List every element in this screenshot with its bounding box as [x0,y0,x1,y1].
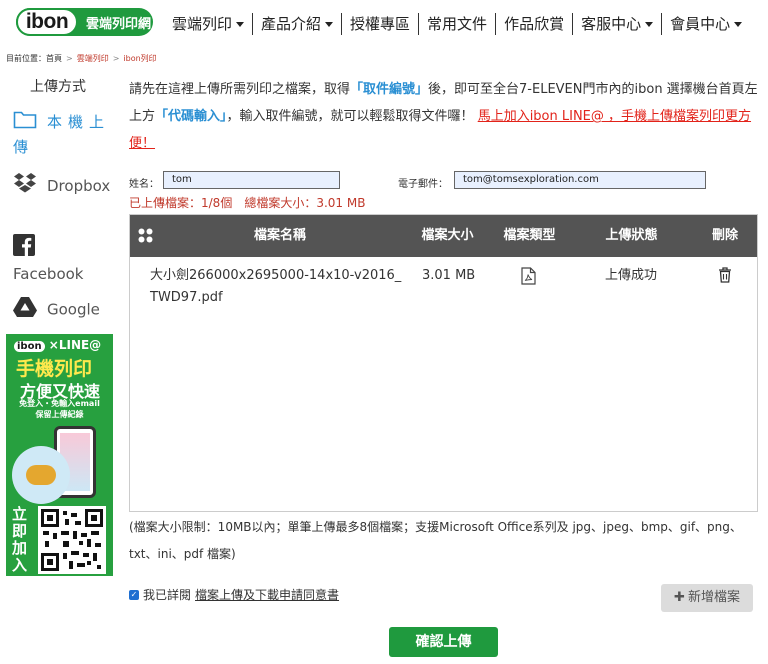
google-drive-icon [13,296,39,324]
total-size: 總檔案大小：3.01 MB [244,196,366,210]
upload-instructions: 請先在這裡上傳所需列印之檔案，取得「取件編號」後，即可至全台7-ELEVEN門市… [129,82,758,151]
nav-documents[interactable]: 常用文件 [418,13,495,35]
nav-cloud-print[interactable]: 雲端列印 [164,13,252,35]
pickup-code-highlight: 「取件編號」 [350,82,429,97]
uploaded-count: 已上傳檔案：1/8個 [129,196,233,210]
email-field[interactable]: tom@tomsexploration.com [454,171,706,189]
chevron-down-icon [645,21,654,27]
nav-gallery[interactable]: 作品欣賞 [495,13,572,35]
folder-icon [13,109,39,136]
apps-icon [135,215,155,257]
add-file-button[interactable]: ✚ 新增檔案 [661,584,753,612]
agreement-row: ✓ 我已詳閱 檔案上傳及下載申請同意書 [129,586,339,603]
breadcrumb-cloud-print[interactable]: 雲端列印 [77,54,109,63]
email-label: 電子郵件： [398,179,448,190]
name-field[interactable]: tom [163,171,340,189]
nav-products[interactable]: 產品介紹 [252,13,341,35]
cloud-upload-icon [12,446,70,504]
file-size: 3.01 MB [422,268,476,283]
banner-feature-1: 免登入・免輸入email [19,399,100,408]
site-header: ibon 雲端列印網 雲端列印 產品介紹 授權專區 常用文件 作品欣賞 客服中心… [0,0,768,48]
breadcrumb-home[interactable]: 目前位置：首頁 [6,54,62,63]
agreement-prefix: 我已詳閱 [143,588,192,602]
banner-join-label: 立即加入 [12,505,28,574]
banner-feature-2: 保留上傳紀錄 [35,410,84,419]
sidebar-item-label: Google [47,300,100,319]
plus-icon: ✚ [674,590,685,605]
sidebar-item-local-upload[interactable]: 本機上傳 [13,109,113,159]
chevron-down-icon [236,21,245,27]
ibon-line-banner[interactable]: ibon ×LINE@ 手機列印 方便又快速 免登入・免輸入email 保留上傳… [6,334,113,576]
confirm-upload-button[interactable]: 確認上傳 [389,627,498,657]
sidebar-item-facebook[interactable]: Facebook [13,234,113,286]
upload-method-title: 上傳方式 [30,79,86,95]
nav-licensing[interactable]: 授權專區 [341,13,418,35]
code-input-highlight: 「代碼輸入」 [155,109,227,124]
ibon-logo[interactable]: ibon 雲端列印網 [16,8,153,36]
nav-member[interactable]: 會員中心 [661,13,750,35]
trash-icon[interactable] [718,267,732,287]
pdf-file-icon[interactable] [521,267,536,289]
chevron-down-icon [734,21,743,27]
ibon-logo-mark: ibon [16,8,78,36]
file-limit-note: (檔案大小限制：10MB以內；單筆上傳最多8個檔案；支援Microsoft Of… [129,520,742,561]
breadcrumb: 目前位置：首頁 > 雲端列印 > ibon列印 [6,54,157,63]
banner-headline: 手機列印 [16,358,93,380]
logo-subtitle: 雲端列印網 [86,16,152,32]
file-name: 大小劍266000x2695000-14x10-v2016_ TWD97.pdf [150,268,402,305]
chevron-down-icon [325,21,334,27]
nav-support[interactable]: 客服中心 [572,13,661,35]
main-nav: 雲端列印 產品介紹 授權專區 常用文件 作品欣賞 客服中心 會員中心 [164,13,750,35]
table-header: 檔案名稱 檔案大小 檔案類型 上傳狀態 刪除 [130,215,757,257]
name-label: 姓名： [129,179,159,190]
sidebar-item-dropbox[interactable]: Dropbox [13,172,113,201]
sidebar-item-label: Facebook [13,265,84,283]
col-upload-status: 上傳狀態 [605,228,658,243]
sidebar-item-google[interactable]: Google [13,296,113,324]
facebook-icon [13,234,39,263]
qr-code [38,506,106,574]
banner-brand-line: ibon ×LINE@ [14,338,101,352]
col-file-name: 檔案名稱 [253,228,306,243]
upload-status-summary: 已上傳檔案：1/8個 總檔案大小：3.01 MB [129,194,365,211]
dropbox-icon [13,172,39,201]
file-table: 檔案名稱 檔案大小 檔案類型 上傳狀態 刪除 大小劍266000x2695000… [129,214,758,512]
col-file-type: 檔案類型 [503,228,556,243]
col-delete: 刪除 [711,228,738,243]
upload-status: 上傳成功 [605,268,658,283]
agreement-link[interactable]: 檔案上傳及下載申請同意書 [195,586,339,603]
sidebar-item-label: Dropbox [47,177,111,195]
col-file-size: 檔案大小 [421,228,474,243]
agreement-checkbox[interactable]: ✓ [129,589,139,600]
breadcrumb-ibon-print[interactable]: ibon列印 [123,54,156,63]
